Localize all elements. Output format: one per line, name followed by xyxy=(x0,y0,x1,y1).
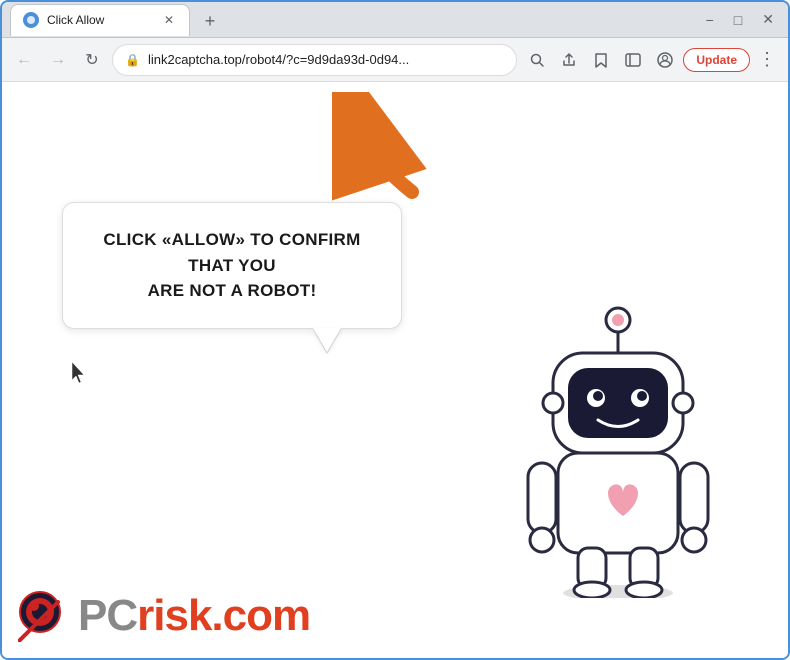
refresh-button[interactable]: ↻ xyxy=(78,46,106,74)
tab-favicon xyxy=(23,12,39,28)
browser-window: Click Allow ✕ + − □ ✕ ← → ↻ 🔒 link2captc… xyxy=(0,0,790,660)
sidebar-icon-button[interactable] xyxy=(619,46,647,74)
toolbar-icons: Update ⋮ xyxy=(523,46,780,74)
page-content: CLICK «ALLOW» TO CONFIRM THAT YOU ARE NO… xyxy=(2,82,788,658)
profile-icon-button[interactable] xyxy=(651,46,679,74)
maximize-button[interactable]: □ xyxy=(728,10,748,30)
bubble-text: CLICK «ALLOW» TO CONFIRM THAT YOU ARE NO… xyxy=(93,227,371,304)
menu-button[interactable]: ⋮ xyxy=(754,49,780,70)
window-controls: − □ ✕ xyxy=(700,9,780,30)
pcrisk-text: PCrisk.com xyxy=(78,591,310,641)
toolbar: ← → ↻ 🔒 link2captcha.top/robot4/?c=9d9da… xyxy=(2,38,788,82)
robot-illustration xyxy=(508,298,748,598)
address-bar[interactable]: 🔒 link2captcha.top/robot4/?c=9d9da93d-0d… xyxy=(112,44,517,76)
tab-area: Click Allow ✕ + xyxy=(10,4,696,36)
title-bar: Click Allow ✕ + − □ ✕ xyxy=(2,2,788,38)
back-button[interactable]: ← xyxy=(10,46,38,74)
close-window-button[interactable]: ✕ xyxy=(756,9,780,30)
update-button[interactable]: Update xyxy=(683,48,750,72)
forward-button[interactable]: → xyxy=(44,46,72,74)
new-tab-button[interactable]: + xyxy=(196,8,224,36)
pcrisk-logo-icon xyxy=(18,590,70,642)
url-text: link2captcha.top/robot4/?c=9d9da93d-0d94… xyxy=(148,52,504,67)
minimize-button[interactable]: − xyxy=(700,10,720,30)
mouse-cursor xyxy=(72,362,88,389)
pcrisk-logo: PCrisk.com xyxy=(2,582,326,650)
active-tab[interactable]: Click Allow ✕ xyxy=(10,4,190,36)
bookmark-icon-button[interactable] xyxy=(587,46,615,74)
search-icon-button[interactable] xyxy=(523,46,551,74)
tab-close-button[interactable]: ✕ xyxy=(161,12,177,28)
speech-bubble: CLICK «ALLOW» TO CONFIRM THAT YOU ARE NO… xyxy=(62,202,402,329)
tab-title: Click Allow xyxy=(47,13,153,27)
share-icon-button[interactable] xyxy=(555,46,583,74)
lock-icon: 🔒 xyxy=(125,53,140,67)
